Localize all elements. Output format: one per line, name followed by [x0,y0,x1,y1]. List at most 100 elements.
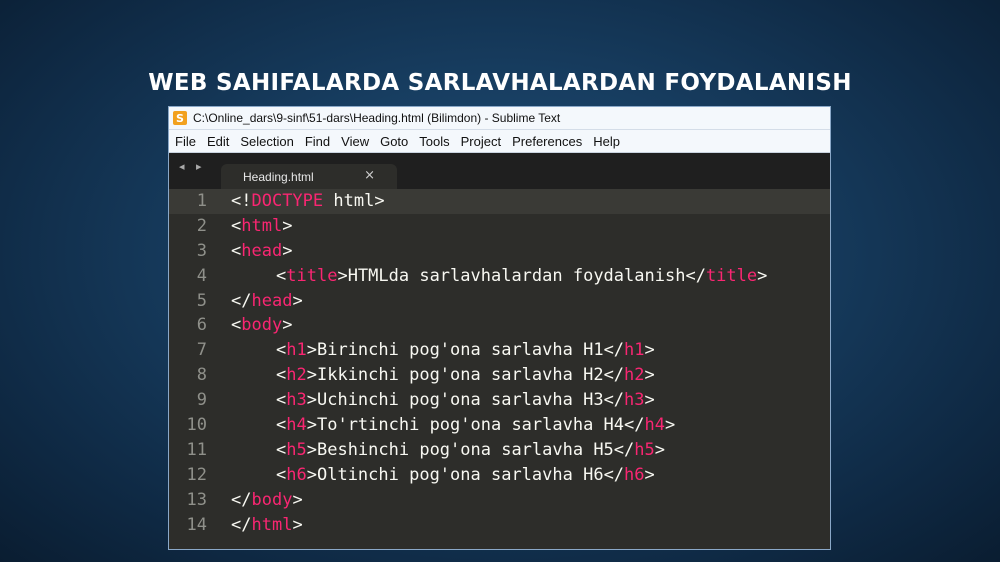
tag-open-bracket: < [276,340,287,361]
closing-tag-name: h1 [624,340,645,361]
tag-end: > [306,340,317,361]
tag-open-bracket: </ [231,489,252,510]
line-number: 3 [196,240,207,261]
tab-nav-arrows-icon[interactable]: ◂ ▸ [179,160,206,173]
tag-name: h3 [286,390,307,411]
line-code: </head> [231,289,303,314]
code-line[interactable]: 5 </head> [169,289,830,314]
line-code: <title>HTMLda sarlavhalardan foydalanish… [231,264,767,289]
code-line[interactable]: 6 <body> [169,313,830,338]
element-text: HTMLda sarlavhalardan foydalanish [347,265,686,286]
tag-open-bracket: < [231,215,242,236]
line-number: 4 [196,265,207,286]
menu-bar: File Edit Selection Find View Goto Tools… [169,130,830,153]
closing-tag-end: > [644,464,655,485]
tag-end: > [282,215,293,236]
tag-name: head [241,240,283,261]
menu-project[interactable]: Project [455,134,506,149]
tag-open-bracket: < [231,315,242,336]
code-line[interactable]: 2 <html> [169,214,830,239]
closing-tag-name: h2 [624,365,645,386]
closing-tag-name: h5 [634,439,655,460]
line-number: 13 [186,489,207,510]
closing-tag-open: </ [685,265,706,286]
closing-tag-end: > [644,340,655,361]
line-code: <html> [231,214,292,239]
line-code: </html> [231,513,303,538]
menu-tools[interactable]: Tools [413,134,454,149]
menu-goto[interactable]: Goto [374,134,413,149]
tag-end: > [306,365,317,386]
tag-open-bracket: <! [231,191,252,211]
closing-tag-name: h6 [624,464,645,485]
line-number: 9 [196,390,207,411]
tag-open-bracket: < [276,415,287,436]
menu-view[interactable]: View [335,134,374,149]
code-line[interactable]: 10 <h4>To'rtinchi pog'ona sarlavha H4</h4… [169,413,830,438]
closing-tag-end: > [665,415,676,436]
element-text: Oltinchi pog'ona sarlavha H6 [316,464,604,485]
element-text: To'rtinchi pog'ona sarlavha H4 [316,415,625,436]
closing-tag-name: h3 [624,390,645,411]
closing-tag-open: </ [613,439,635,460]
code-line[interactable]: 13 </body> [169,488,830,513]
slide-title: WEB SAHIFALARDA SARLAVHALARDAN FOYDALANI… [148,70,852,96]
tag-end: html> [323,191,385,211]
window-titlebar: S C:\Online_dars\9-sinf\51-dars\Heading.… [169,107,830,130]
menu-selection[interactable]: Selection [234,134,298,149]
tag-name: html [251,514,293,535]
code-line[interactable]: 3 <head> [169,239,830,264]
menu-help[interactable]: Help [587,134,625,149]
code-line[interactable]: 9 <h3>Uchinchi pog'ona sarlavha H3</h3> [169,388,830,413]
line-number: 5 [196,290,207,311]
code-line[interactable]: 8 <h2>Ikkinchi pog'ona sarlavha H2</h2> [169,363,830,388]
tag-name: head [251,290,293,311]
code-line[interactable]: 11 <h5>Beshinchi pog'ona sarlavha H5</h5> [169,438,830,463]
tab-close-icon[interactable]: × [364,168,375,183]
line-code: <h6>Oltinchi pog'ona sarlavha H6</h6> [231,463,655,488]
tag-name: h6 [286,464,307,485]
menu-edit[interactable]: Edit [201,134,234,149]
closing-tag-end: > [757,265,768,286]
tag-open-bracket: < [276,265,287,286]
closing-tag-open: </ [603,464,625,485]
tag-open-bracket: < [231,240,242,261]
code-line[interactable]: 1 <!DOCTYPE html> [169,189,830,214]
closing-tag-end: > [654,439,666,460]
line-number: 7 [196,340,207,361]
code-line[interactable]: 14 </html> [169,513,830,538]
menu-find[interactable]: Find [299,134,335,149]
tab-heading-html[interactable]: Heading.html × [221,164,397,189]
tag-name: DOCTYPE [251,191,324,211]
tag-name: h5 [286,439,307,460]
code-line[interactable]: 4 <title>HTMLda sarlavhalardan foydalanis… [169,264,830,289]
line-code: <h1>Birinchi pog'ona sarlavha H1</h1> [231,338,655,363]
line-number: 2 [196,215,207,236]
line-code: <h2>Ikkinchi pog'ona sarlavha H2</h2> [231,363,655,388]
closing-tag-name: h4 [644,415,665,436]
menu-file[interactable]: File [169,134,201,149]
code-line[interactable]: 7 <h1>Birinchi pog'ona sarlavha H1</h1> [169,338,830,363]
line-number: 14 [186,514,207,535]
line-number: 12 [186,464,207,485]
tag-open-bracket: < [276,390,287,411]
tag-open-bracket: < [276,365,287,386]
line-code: <body> [231,313,292,338]
tag-end: > [292,489,303,510]
closing-tag-open: </ [603,365,625,386]
tag-end: > [306,415,317,436]
line-code: <!DOCTYPE html> [231,189,385,214]
tag-open-bracket: < [276,439,287,460]
line-number: 8 [196,365,207,386]
tag-open-bracket: < [276,464,287,485]
tag-end: > [337,265,348,286]
menu-preferences[interactable]: Preferences [506,134,587,149]
sublime-app-icon: S [173,111,187,125]
closing-tag-open: </ [603,340,625,361]
code-editor[interactable]: 1 <!DOCTYPE html> 2 <html> 3 <head> 4 <title>HT… [169,189,830,549]
closing-tag-end: > [644,365,655,386]
tag-end: > [292,290,303,311]
line-number: 1 [196,191,207,211]
line-code: <head> [231,239,292,264]
code-line[interactable]: 12 <h6>Oltinchi pog'ona sarlavha H6</h6> [169,463,830,488]
